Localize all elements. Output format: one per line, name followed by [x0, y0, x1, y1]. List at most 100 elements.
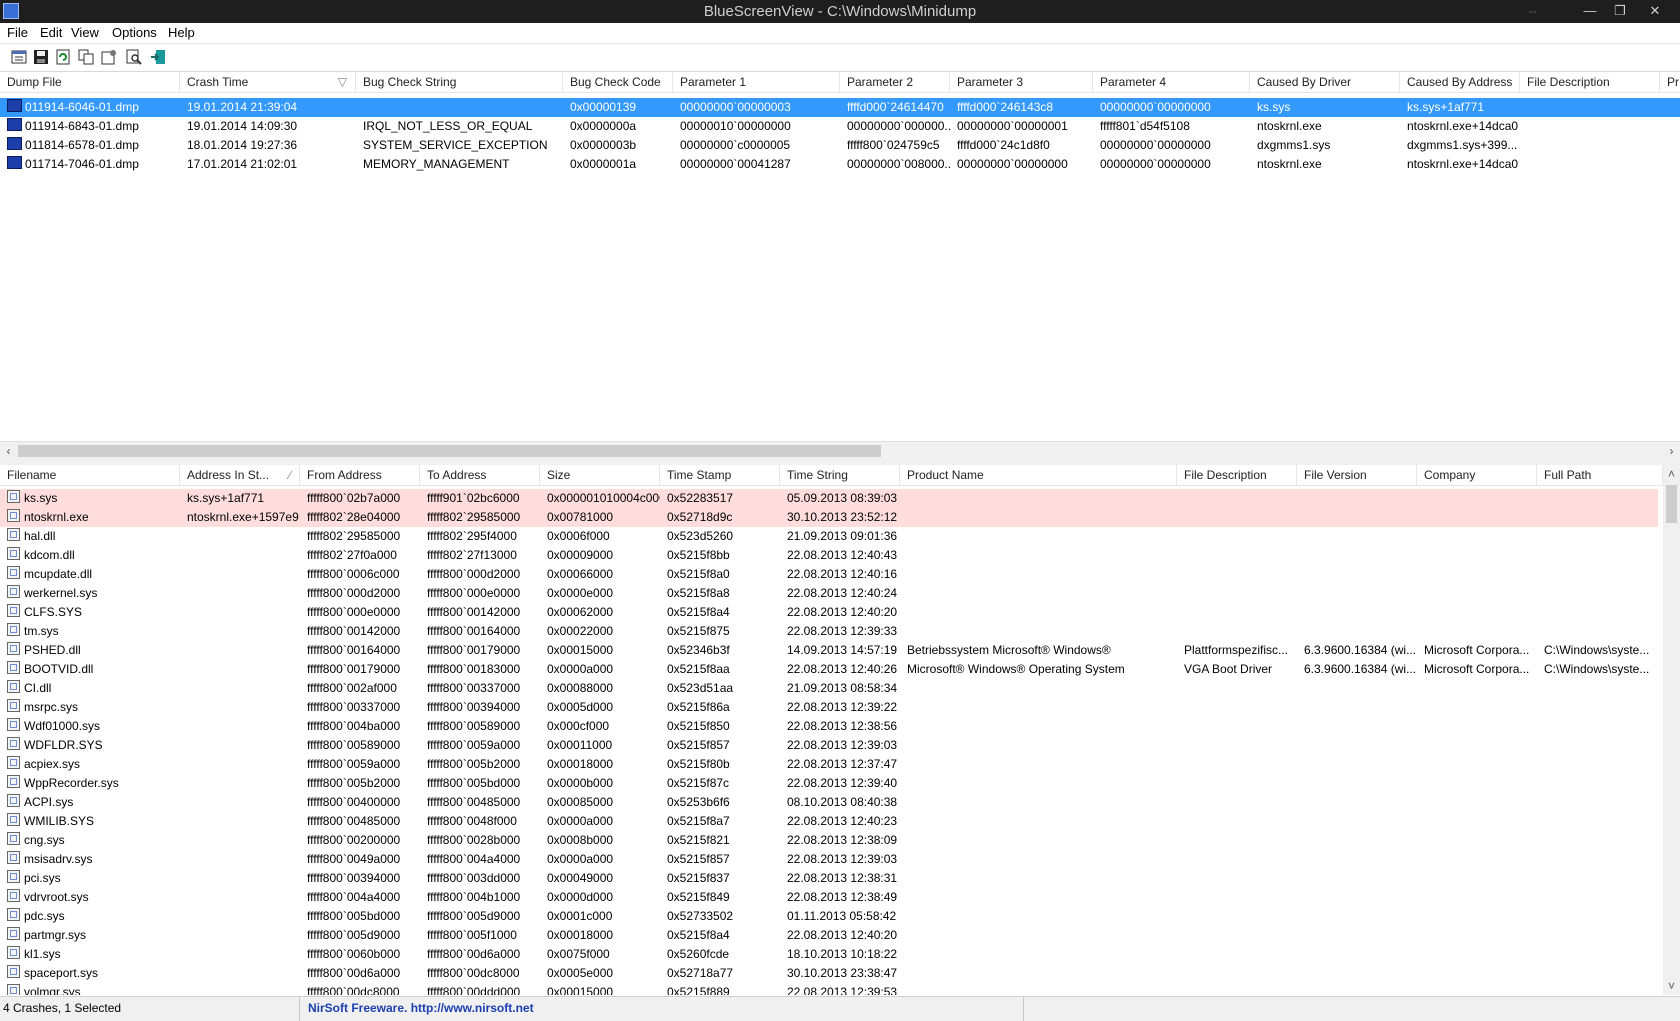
column-header[interactable]: Address In St... ∕: [180, 465, 300, 485]
table-row[interactable]: cng.sys fffff800`00200000 fffff800`0028b00…: [0, 831, 1680, 850]
table-row[interactable]: CLFS.SYS fffff800`000e0000 fffff800`001420…: [0, 603, 1680, 622]
scroll-up-icon[interactable]: ˄: [1663, 465, 1680, 483]
table-row[interactable]: msrpc.sys fffff800`00337000 fffff800`00394…: [0, 698, 1680, 717]
column-header[interactable]: To Address: [420, 465, 540, 485]
horizontal-scrollbar[interactable]: ‹ ›: [0, 441, 1680, 460]
scroll-right-icon[interactable]: ›: [1663, 442, 1680, 460]
menu-file[interactable]: File: [7, 25, 28, 40]
table-row[interactable]: 011714-7046-01.dmp 17.01.2014 21:02:01 MEM…: [0, 155, 1680, 174]
column-header[interactable]: Time Stamp: [660, 465, 780, 485]
menu-edit[interactable]: Edit: [40, 25, 62, 40]
table-row[interactable]: kl1.sys fffff800`0060b000 fffff800`00d6a00…: [0, 945, 1680, 964]
table-cell: [900, 565, 1177, 584]
column-header[interactable]: From Address: [300, 465, 420, 485]
table-row[interactable]: pdc.sys fffff800`005bd000 fffff800`005d900…: [0, 907, 1680, 926]
table-row[interactable]: ks.sys ks.sys+1af771 fffff800`02b7a000 ffff…: [0, 489, 1658, 508]
scroll-down-icon[interactable]: ˅: [1663, 977, 1680, 995]
table-cell: [1417, 717, 1537, 736]
table-cell: [1297, 527, 1417, 546]
column-header[interactable]: Parameter 3: [950, 72, 1093, 92]
driver-list: Filename Address In St... ∕ From Address To …: [0, 465, 1680, 995]
column-header[interactable]: Caused By Driver: [1250, 72, 1400, 92]
table-cell: 30.10.2013 23:38:47: [787, 966, 898, 980]
column-header[interactable]: Crash Time ▽: [180, 72, 356, 92]
table-row[interactable]: tm.sys fffff800`00142000 fffff800`00164000…: [0, 622, 1680, 641]
column-header[interactable]: File Description: [1177, 465, 1297, 485]
table-row[interactable]: CI.dll fffff800`002af000 fffff800`00337000…: [0, 679, 1680, 698]
table-cell: [900, 717, 1177, 736]
table-cell: fffff800`0028b000: [427, 833, 521, 847]
cell-text: kl1.sys: [24, 947, 61, 961]
table-row[interactable]: volmgr.sys fffff800`00dc8000 fffff800`00dd…: [0, 983, 1680, 995]
close-button[interactable]: ✕: [1640, 1, 1670, 20]
column-header[interactable]: Parameter 1: [673, 72, 840, 92]
column-header[interactable]: Parameter 4: [1093, 72, 1250, 92]
menu-help[interactable]: Help: [168, 25, 195, 40]
table-row[interactable]: partmgr.sys fffff800`005d9000 fffff800`005…: [0, 926, 1680, 945]
table-row[interactable]: mcupdate.dll fffff800`0006c000 fffff800`00…: [0, 565, 1680, 584]
table-row[interactable]: ntoskrnl.exe ntoskrnl.exe+1597e9 fffff802`…: [0, 508, 1658, 527]
table-row[interactable]: msisadrv.sys fffff800`0049a000 fffff800`00…: [0, 850, 1680, 869]
table-cell: [1417, 850, 1537, 869]
column-header[interactable]: Pr: [1660, 72, 1680, 92]
exit-icon[interactable]: [149, 48, 167, 66]
table-cell: ffffd000`246143c8: [957, 100, 1054, 114]
menu-view[interactable]: View: [71, 25, 99, 40]
table-row[interactable]: 011814-6578-01.dmp 18.01.2014 19:27:36 SYS…: [0, 136, 1680, 155]
column-header[interactable]: File Description: [1520, 72, 1660, 92]
table-cell: [1297, 622, 1417, 641]
scroll-left-icon[interactable]: ‹: [0, 442, 17, 460]
menu-options[interactable]: Options: [112, 25, 157, 40]
options-icon[interactable]: [100, 48, 118, 66]
table-cell: [180, 679, 300, 698]
column-header[interactable]: Size: [540, 465, 660, 485]
snap-button[interactable]: ⇔: [1518, 1, 1548, 20]
refresh-icon[interactable]: [54, 48, 72, 66]
restore-button[interactable]: ❐: [1605, 1, 1635, 20]
table-row[interactable]: BOOTVID.dll fffff800`00179000 fffff800`001…: [0, 660, 1680, 679]
column-header[interactable]: Full Path: [1537, 465, 1663, 485]
table-row[interactable]: kdcom.dll fffff802`27f0a000 fffff802`27f13…: [0, 546, 1680, 565]
table-row[interactable]: 011914-6843-01.dmp 19.01.2014 14:09:30 IRQ…: [0, 117, 1680, 136]
status-link[interactable]: NirSoft Freeware. http://www.nirsoft.net: [300, 997, 1024, 1021]
copy-icon[interactable]: [77, 48, 95, 66]
column-header[interactable]: File Version: [1297, 465, 1417, 485]
properties-icon[interactable]: [10, 48, 28, 66]
table-row[interactable]: spaceport.sys fffff800`00d6a000 fffff800`0…: [0, 964, 1680, 983]
find-icon[interactable]: [125, 48, 143, 66]
table-row[interactable]: pci.sys fffff800`00394000 fffff800`003dd00…: [0, 869, 1680, 888]
table-cell: ntoskrnl.exe+14dca0: [1407, 157, 1519, 171]
table-row[interactable]: vdrvroot.sys fffff800`004a4000 fffff800`00…: [0, 888, 1680, 907]
vertical-scrollbar[interactable]: ˄ ˅: [1663, 465, 1680, 995]
table-row[interactable]: ACPI.sys fffff800`00400000 fffff800`004850…: [0, 793, 1680, 812]
scrollbar-thumb[interactable]: [18, 445, 881, 457]
table-cell: [1297, 983, 1417, 995]
column-header[interactable]: Parameter 2: [840, 72, 950, 92]
column-header[interactable]: Time String: [780, 465, 900, 485]
table-row[interactable]: PSHED.dll fffff800`00164000 fffff800`00179…: [0, 641, 1680, 660]
table-row[interactable]: werkernel.sys fffff800`000d2000 fffff800`0…: [0, 584, 1680, 603]
column-header[interactable]: Company: [1417, 465, 1537, 485]
table-cell: fffff800`004a4000: [427, 852, 521, 866]
scrollbar-thumb[interactable]: [1666, 485, 1677, 523]
table-row[interactable]: WMILIB.SYS fffff800`00485000 fffff800`0048…: [0, 812, 1680, 831]
column-header[interactable]: Caused By Address: [1400, 72, 1520, 92]
column-header[interactable]: Dump File: [0, 72, 180, 92]
table-cell: [1537, 907, 1663, 926]
table-row[interactable]: WDFLDR.SYS fffff800`00589000 fffff800`0059…: [0, 736, 1680, 755]
table-cell: C:\Windows\syste...: [1544, 643, 1650, 657]
column-header[interactable]: Product Name: [900, 465, 1177, 485]
table-row[interactable]: WppRecorder.sys fffff800`005b2000 fffff800…: [0, 774, 1680, 793]
table-row[interactable]: hal.dll fffff802`29585000 fffff802`295f400…: [0, 527, 1680, 546]
column-header[interactable]: Filename: [0, 465, 180, 485]
cell-text: CI.dll: [24, 681, 52, 695]
cell-text: vdrvroot.sys: [24, 890, 89, 904]
save-icon[interactable]: [32, 48, 50, 66]
table-row[interactable]: acpiex.sys fffff800`0059a000 fffff800`005b…: [0, 755, 1680, 774]
column-header[interactable]: Bug Check String: [356, 72, 563, 92]
minimize-button[interactable]: —: [1575, 1, 1605, 20]
table-row[interactable]: 011914-6046-01.dmp 19.01.2014 21:39:04 0x0…: [0, 98, 1680, 117]
column-header[interactable]: Bug Check Code: [563, 72, 673, 92]
table-row[interactable]: Wdf01000.sys fffff800`004ba000 fffff800`00…: [0, 717, 1680, 736]
table-cell: fffff800`0049a000: [307, 852, 401, 866]
